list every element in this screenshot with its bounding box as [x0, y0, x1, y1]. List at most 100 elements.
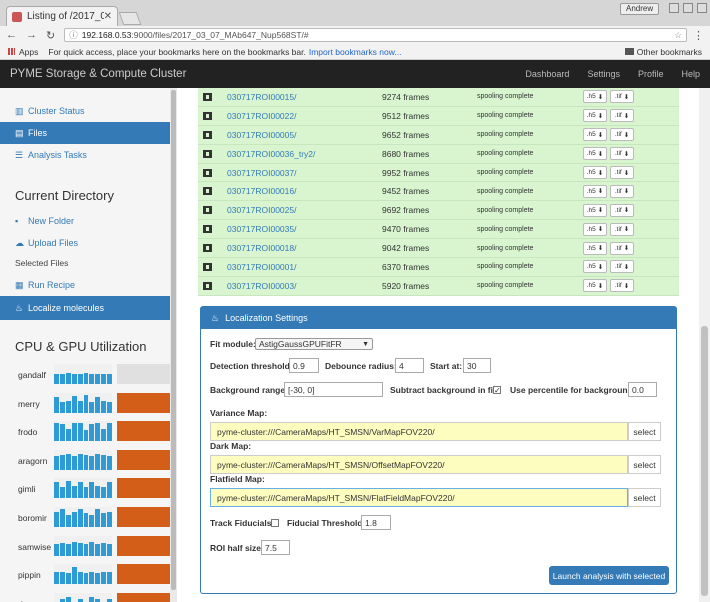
sidebar-item-label: Cluster Status — [28, 106, 85, 116]
file-link[interactable]: 030717ROI00005/ — [227, 130, 296, 140]
file-link[interactable]: 030717ROI00003/ — [227, 281, 296, 291]
nav-settings[interactable]: Settings — [587, 69, 620, 79]
file-link[interactable]: 030717ROI00036_try2/ — [227, 149, 315, 159]
file-link[interactable]: 030717ROI00001/ — [227, 262, 296, 272]
download-h5-button[interactable]: .h5 ⬇ — [583, 184, 607, 198]
variance-map-input[interactable]: pyme-cluster:///CameraMaps/HT_SMSN/VarMa… — [210, 422, 628, 441]
browser-tab[interactable]: Listing of /2017_03 ✕ — [6, 6, 118, 26]
cpu-bar — [77, 423, 83, 442]
status-text: spooling complete — [477, 187, 534, 195]
debounce-radius-input[interactable]: 4 — [395, 358, 424, 373]
apps-link[interactable]: Apps — [19, 47, 38, 57]
dark-map-select-button[interactable]: select — [628, 455, 661, 474]
close-window-icon[interactable] — [697, 3, 707, 13]
start-at-input[interactable]: 30 — [463, 358, 491, 373]
file-link[interactable]: 030717ROI00035/ — [227, 224, 296, 234]
nav-help[interactable]: Help — [681, 69, 700, 79]
download-tif-button[interactable]: .tif ⬇ — [610, 260, 634, 274]
download-icon: ⬇ — [597, 169, 604, 177]
download-icon: ⬇ — [597, 226, 604, 234]
file-link[interactable]: 030717ROI00022/ — [227, 111, 296, 121]
download-h5-button[interactable]: .h5 ⬇ — [583, 279, 607, 293]
sidebar-scrollbar-thumb[interactable] — [171, 90, 176, 590]
flatfield-map-select-button[interactable]: select — [628, 488, 661, 507]
maximize-icon[interactable] — [683, 3, 693, 13]
minimize-icon[interactable] — [669, 3, 679, 13]
download-tif-button[interactable]: .tif ⬇ — [610, 241, 634, 255]
address-bar[interactable]: ⓘ 192.168.0.53 :9000/files/2017_03_07_MA… — [64, 28, 687, 42]
page-info-icon[interactable]: ⓘ — [69, 29, 78, 41]
close-tab-icon[interactable]: ✕ — [104, 11, 112, 22]
download-h5-button[interactable]: .h5 ⬇ — [583, 109, 607, 123]
profile-button[interactable]: Andrew — [620, 3, 660, 15]
download-h5-button[interactable]: .h5 ⬇ — [583, 90, 607, 104]
cpu-bar — [59, 542, 65, 556]
download-tif-button[interactable]: .tif ⬇ — [610, 203, 634, 217]
download-h5-button[interactable]: .h5 ⬇ — [583, 166, 607, 179]
upload-files-action[interactable]: ☁ Upload Files — [0, 232, 176, 254]
browser-menu-icon[interactable]: ⋮ — [693, 29, 704, 42]
fiducial-threshold-input[interactable]: 1.8 — [361, 515, 391, 530]
download-tif-button[interactable]: .tif ⬇ — [610, 222, 634, 236]
download-h5-button[interactable]: .h5 ⬇ — [583, 260, 607, 274]
flatfield-map-input[interactable]: pyme-cluster:///CameraMaps/HT_SMSN/FlatF… — [210, 488, 628, 507]
sidebar-item-analysis-tasks[interactable]: ☰ Analysis Tasks — [0, 144, 176, 166]
file-link[interactable]: 030717ROI00018/ — [227, 243, 296, 253]
download-h5-button[interactable]: .h5 ⬇ — [583, 147, 607, 161]
cpu-bar — [65, 429, 71, 442]
cpu-bar — [83, 430, 89, 442]
cpu-bar — [65, 481, 71, 499]
file-link[interactable]: 030717ROI00025/ — [227, 205, 296, 215]
download-tif-button[interactable]: .tif ⬇ — [610, 166, 634, 179]
forward-icon[interactable]: → — [26, 29, 37, 41]
run-recipe-action[interactable]: ▦ Run Recipe — [0, 274, 176, 296]
download-tif-button[interactable]: .tif ⬇ — [610, 109, 634, 123]
bookmark-star-icon[interactable]: ☆ — [674, 30, 682, 41]
dark-map-input[interactable]: pyme-cluster:///CameraMaps/HT_SMSN/Offse… — [210, 455, 628, 474]
other-bookmarks[interactable]: Other bookmarks — [624, 47, 702, 57]
new-folder-action[interactable]: ▪ New Folder — [0, 210, 176, 232]
file-link[interactable]: 030717ROI00015/ — [227, 92, 296, 102]
film-icon — [203, 187, 212, 196]
cpu-bar — [89, 572, 95, 585]
action-label: Localize molecules — [28, 303, 105, 313]
h5-label: .h5 — [586, 112, 596, 120]
download-icon: ⬇ — [623, 226, 630, 234]
download-tif-button[interactable]: .tif ⬇ — [610, 128, 634, 142]
app-brand[interactable]: PYME Storage & Compute Cluster — [10, 68, 507, 80]
download-tif-button[interactable]: .tif ⬇ — [610, 184, 634, 198]
sidebar-item-cluster-status[interactable]: ▥ Cluster Status — [0, 100, 176, 122]
download-h5-button[interactable]: .h5 ⬇ — [583, 241, 607, 255]
download-h5-button[interactable]: .h5 ⬇ — [583, 128, 607, 142]
back-icon[interactable]: ← — [6, 29, 17, 41]
fit-module-select[interactable]: AstigGaussGPUFitFR ▼ — [255, 338, 373, 350]
bookmarks-bar: Apps For quick access, place your bookma… — [0, 44, 710, 60]
main-scrollbar-thumb[interactable] — [701, 326, 708, 596]
variance-map-select-button[interactable]: select — [628, 422, 661, 441]
roi-half-size-input[interactable]: 7.5 — [261, 540, 290, 555]
main-scrollbar[interactable] — [699, 88, 710, 602]
import-bookmarks-link[interactable]: Import bookmarks now... — [309, 47, 402, 57]
file-link[interactable]: 030717ROI00016/ — [227, 186, 296, 196]
detection-threshold-input[interactable]: 0.9 — [289, 358, 319, 373]
percentile-input[interactable]: 0.0 — [628, 382, 657, 397]
background-range-input[interactable]: [-30, 0] — [284, 382, 383, 397]
subtract-background-checkbox[interactable]: ✓ — [493, 386, 501, 395]
cpu-bar — [71, 541, 77, 556]
sidebar-item-files[interactable]: ▤ Files — [0, 122, 176, 144]
download-tif-button[interactable]: .tif ⬇ — [610, 279, 634, 293]
download-tif-button[interactable]: .tif ⬇ — [610, 90, 634, 104]
download-h5-button[interactable]: .h5 ⬇ — [583, 222, 607, 236]
track-fiducials-checkbox[interactable] — [271, 519, 279, 527]
launch-analysis-button[interactable]: Launch analysis with selected — [549, 566, 669, 585]
reload-icon[interactable]: ↻ — [46, 29, 55, 42]
nav-profile[interactable]: Profile — [638, 69, 664, 79]
cpu-bar — [71, 512, 77, 527]
localize-molecules-action[interactable]: ♨ Localize molecules — [0, 296, 176, 320]
new-tab-button[interactable] — [118, 12, 142, 25]
file-link[interactable]: 030717ROI00037/ — [227, 168, 296, 178]
nav-dashboard[interactable]: Dashboard — [525, 69, 569, 79]
download-tif-button[interactable]: .tif ⬇ — [610, 147, 634, 161]
sidebar-scrollbar[interactable] — [170, 88, 177, 602]
download-h5-button[interactable]: .h5 ⬇ — [583, 203, 607, 217]
